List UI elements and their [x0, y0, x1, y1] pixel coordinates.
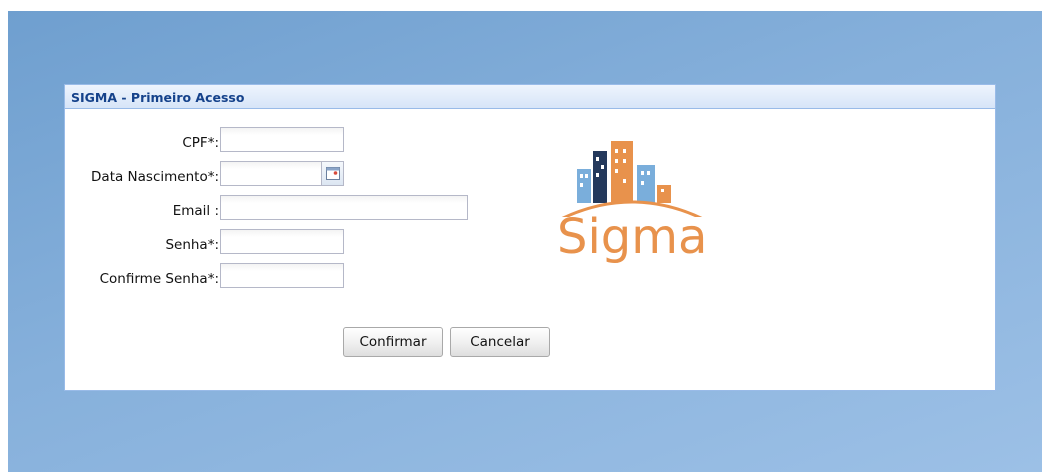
- email-input[interactable]: [220, 195, 468, 220]
- password-label: Senha*:: [165, 237, 219, 253]
- cpf-input[interactable]: [220, 127, 344, 152]
- calendar-icon: [325, 167, 340, 180]
- password-input[interactable]: [220, 229, 344, 254]
- confirm-password-input[interactable]: [220, 263, 344, 288]
- confirm-password-label: Confirme Senha*:: [99, 271, 219, 287]
- desktop-background: SIGMA - Primeiro Acesso CPF*: Data Nasci…: [8, 11, 1042, 472]
- email-label: Email :: [172, 203, 219, 219]
- birth-date-label: Data Nascimento*:: [91, 169, 219, 185]
- confirm-button[interactable]: Confirmar: [343, 327, 443, 357]
- buildings-logo-icon: [561, 141, 703, 217]
- cpf-label: CPF*:: [182, 135, 219, 151]
- cancel-button[interactable]: Cancelar: [450, 327, 550, 357]
- sigma-logo: Sigma: [557, 127, 717, 272]
- birth-date-input[interactable]: [220, 161, 322, 186]
- sigma-logo-text: Sigma: [557, 209, 708, 265]
- date-picker-button[interactable]: [322, 161, 344, 186]
- panel-title: SIGMA - Primeiro Acesso: [65, 85, 995, 109]
- first-access-panel: SIGMA - Primeiro Acesso CPF*: Data Nasci…: [64, 84, 996, 391]
